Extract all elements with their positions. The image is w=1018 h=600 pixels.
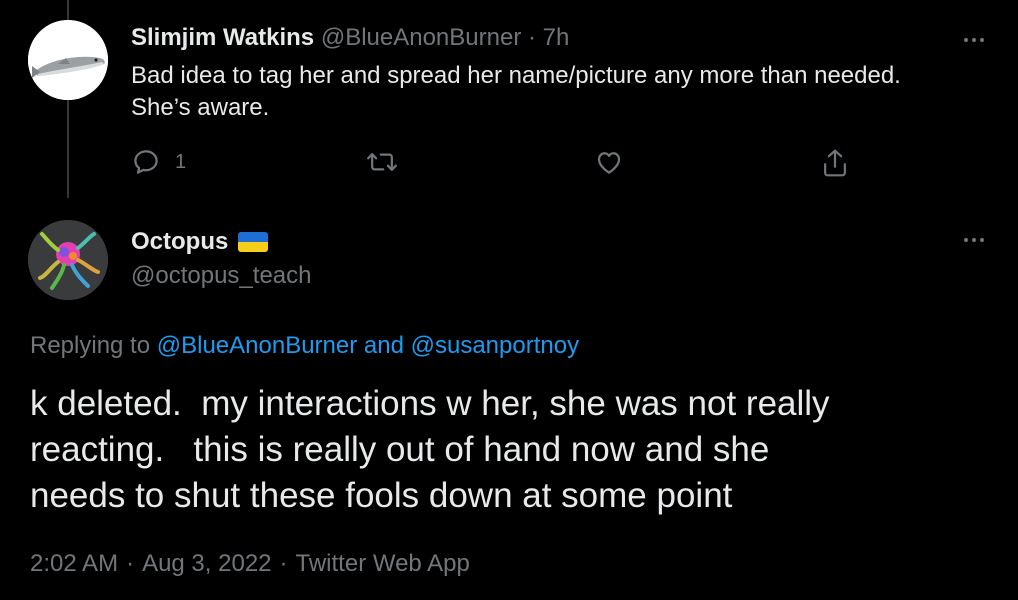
mention-link-blueanonburner[interactable]: @BlueAnonBurner (157, 332, 357, 359)
tweet2-text-line: reacting. this is really out of hand now… (30, 430, 770, 469)
tweet1-header: Slimjim Watkins @BlueAnonBurner · 7h (131, 22, 569, 54)
tweet2-name-row: Octopus (131, 226, 269, 258)
retweet-icon (367, 153, 397, 171)
tweet1-text-line: She’s aware. (131, 94, 270, 121)
tweet-date[interactable]: Aug 3, 2022 (142, 550, 271, 577)
reply-button[interactable]: 1 (131, 147, 186, 177)
user-avatar-slimjim[interactable] (28, 20, 108, 100)
octopus-icon (28, 220, 108, 300)
tweet2-text-line: k deleted. my interactions w her, she wa… (30, 384, 830, 423)
share-button[interactable] (820, 147, 850, 179)
tweet1-handle[interactable]: @BlueAnonBurner (321, 24, 521, 51)
replying-and[interactable]: and (364, 332, 404, 359)
mention-link-susanportnoy[interactable]: @susanportnoy (411, 332, 579, 359)
tweet2-text-line: needs to shut these fools down at some p… (30, 476, 733, 515)
meta-separator: · (126, 550, 135, 577)
reply-count: 1 (175, 150, 187, 173)
more-dot-icon (980, 238, 984, 242)
tweet1-separator: · (527, 24, 536, 51)
more-dot-icon (964, 38, 968, 42)
tweet-time[interactable]: 2:02 AM (30, 550, 118, 577)
share-icon (824, 149, 846, 177)
ukraine-flag-icon (238, 232, 269, 252)
tweet1-timestamp[interactable]: 7h (543, 24, 570, 51)
tweet2-text: k deleted. my interactions w her, she wa… (30, 381, 990, 519)
tweet1-display-name[interactable]: Slimjim Watkins (131, 24, 314, 51)
more-dot-icon (972, 238, 976, 242)
replying-to-line: Replying to @BlueAnonBurner and @susanpo… (30, 330, 579, 362)
tweet2-display-name[interactable]: Octopus (131, 226, 228, 258)
more-dot-icon (980, 38, 984, 42)
replying-to-label: Replying to (30, 332, 151, 359)
retweet-button[interactable] (366, 147, 398, 177)
heart-icon (597, 152, 621, 174)
tweet1-text-line: Bad idea to tag her and spread her name/… (131, 62, 901, 89)
more-dot-icon (972, 38, 976, 42)
salmon-fish-icon (28, 20, 108, 100)
tweet-source[interactable]: Twitter Web App (296, 550, 470, 577)
more-dot-icon (964, 238, 968, 242)
like-button[interactable] (594, 147, 624, 177)
tweet2-handle[interactable]: @octopus_teach (131, 260, 311, 292)
tweet2-more-button[interactable] (958, 232, 990, 248)
tweet1-more-button[interactable] (958, 32, 990, 48)
user-avatar-octopus[interactable] (28, 220, 108, 300)
tweet1-text: Bad idea to tag her and spread her name/… (131, 60, 971, 124)
tweet-meta-row: 2:02 AM · Aug 3, 2022 · Twitter Web App (30, 548, 470, 580)
reply-icon (134, 150, 158, 174)
meta-separator: · (279, 550, 288, 577)
